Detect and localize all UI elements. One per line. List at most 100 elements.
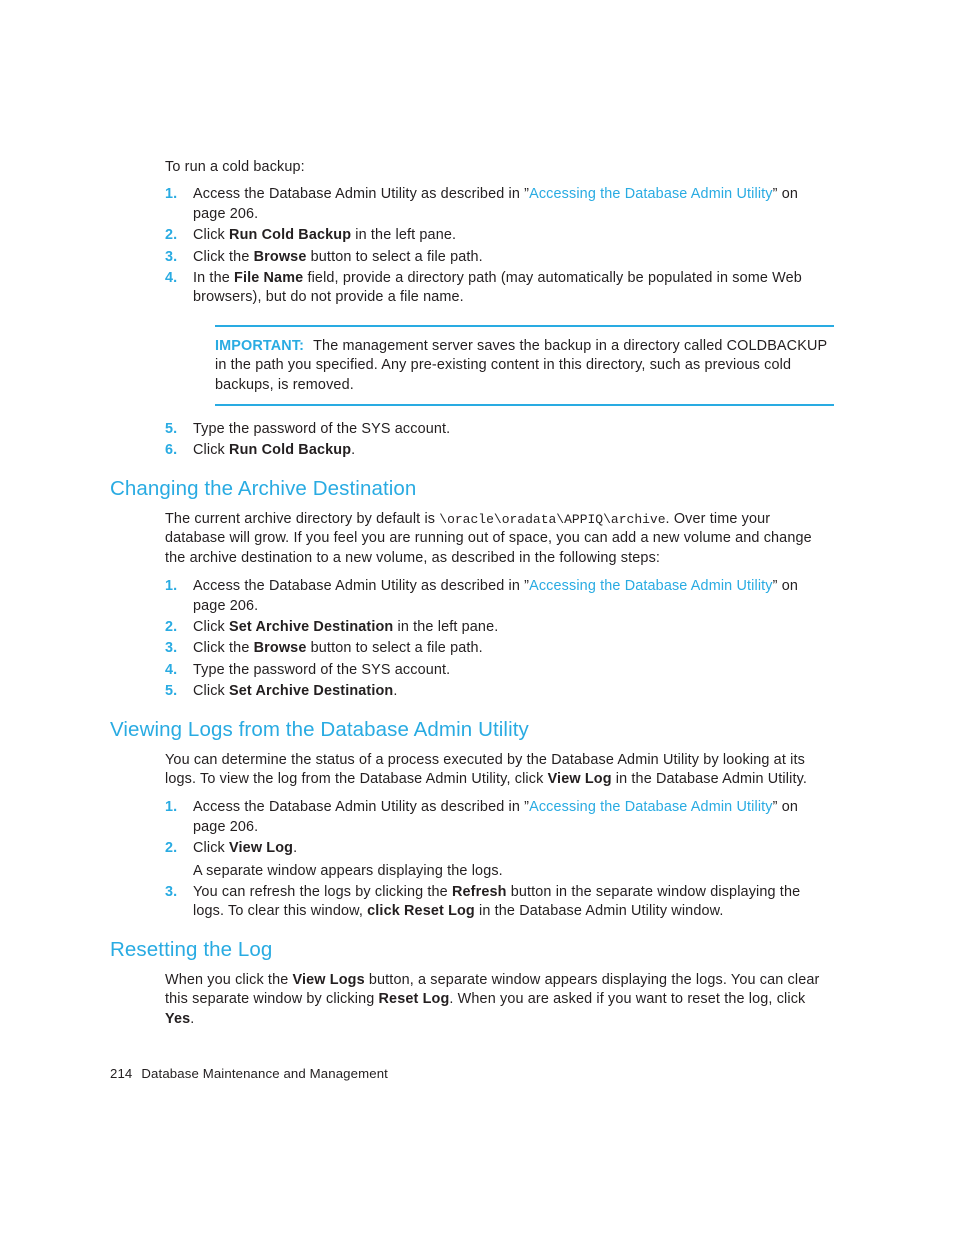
step-sub-paragraph: A separate window appears displaying the… [193, 862, 503, 879]
document-page: To run a cold backup: 1. Access the Data… [0, 0, 954, 1235]
archive-steps-list: 1. Access the Database Admin Utility as … [110, 577, 834, 701]
list-item-text: Click Run Cold Backup. [193, 441, 834, 460]
step-text-part: Click the [193, 248, 254, 265]
important-note-label: IMPORTANT: [215, 337, 305, 354]
ui-label-bold: Refresh [451, 883, 507, 900]
list-item-text: Click Run Cold Backup in the left pane. [193, 226, 834, 245]
step-text-part: in the left pane. [393, 618, 499, 635]
resetting-log-paragraph: When you click the View Logs button, a s… [110, 971, 834, 1029]
step-text-part: Click [193, 442, 230, 459]
list-item: 2. Click Set Archive Destination in the … [110, 618, 834, 637]
list-number: 1. [165, 578, 178, 595]
step-text-part: Click [193, 840, 230, 857]
section-heading-resetting-the-log: Resetting the Log [110, 937, 273, 961]
list-item: 3. Click the Browse button to select a f… [110, 248, 834, 267]
list-item: 5. Type the password of the SYS account. [110, 420, 834, 439]
paragraph-part: The current archive directory by default… [165, 510, 440, 527]
list-number: 5. [165, 421, 178, 438]
list-item: 5. Click Set Archive Destination. [110, 682, 834, 701]
list-number: 4. [165, 270, 178, 287]
important-note-body: IMPORTANT: The management server saves th… [215, 337, 834, 395]
step-text-part: In the [193, 270, 235, 287]
list-item-text: In the File Name field, provide a direct… [193, 269, 834, 308]
step-text-part: in the left pane. [351, 227, 457, 244]
list-item-text: Click View Log. A separate window appears… [193, 839, 834, 881]
list-number: 2. [165, 840, 178, 857]
page-footer: 214 Database Maintenance and Management [110, 1065, 388, 1082]
ui-label-bold: Browse [253, 640, 307, 657]
list-item-text: You can refresh the logs by clicking the… [193, 883, 834, 922]
step-text-part: . [351, 442, 356, 459]
viewing-logs-steps-list: 1. Access the Database Admin Utility as … [110, 798, 834, 921]
ui-label-bold: Yes [165, 1010, 191, 1027]
step-text-part: Click [193, 683, 230, 700]
step-text-part: You can refresh the logs by clicking the [193, 883, 452, 900]
list-item: 4. In the File Name field, provide a dir… [110, 269, 834, 308]
ui-label-bold: Run Cold Backup [229, 227, 352, 244]
archive-intro-paragraph: The current archive directory by default… [110, 510, 834, 568]
archive-path-code: \oracle\oradata\APPIQ\archive [439, 511, 666, 527]
step-text-part: Click [193, 618, 230, 635]
list-item: 2. Click Run Cold Backup in the left pan… [110, 226, 834, 245]
paragraph-part: . [190, 1010, 195, 1027]
cross-reference-link[interactable]: Accessing the Database Admin Utility [529, 578, 773, 594]
step-text-part: Access the Database Admin Utility as des… [193, 799, 525, 816]
cold-backup-steps-list: 1. Access the Database Admin Utility as … [110, 185, 834, 307]
viewing-logs-paragraph: You can determine the status of a proces… [110, 751, 834, 790]
list-item-text: Click the Browse button to select a file… [193, 248, 834, 267]
list-item-text: Type the password of the SYS account. [193, 421, 451, 438]
cold-backup-steps-list-continued: 5. Type the password of the SYS account.… [110, 420, 834, 461]
step-text-part: in the Database Admin Utility window. [474, 903, 724, 920]
list-item: 1. Access the Database Admin Utility as … [110, 185, 834, 224]
step-text-part: button to select a file path. [306, 248, 483, 265]
list-number: 3. [165, 883, 178, 900]
section-heading-changing-archive-destination: Changing the Archive Destination [110, 476, 417, 500]
important-note-box: IMPORTANT: The management server saves th… [215, 324, 834, 407]
ui-label-bold: Set Archive Destination [229, 683, 394, 700]
list-item: 6. Click Run Cold Backup. [110, 441, 834, 460]
page-content: To run a cold backup: 1. Access the Data… [110, 158, 834, 1029]
list-number: 6. [165, 442, 178, 459]
list-number: 3. [165, 248, 178, 265]
list-item-text: Access the Database Admin Utility as des… [193, 577, 834, 616]
paragraph-part: in the Database Admin Utility. [611, 770, 808, 787]
paragraph-part: When you click the [165, 971, 293, 988]
list-number: 1. [165, 186, 178, 203]
list-number: 4. [165, 661, 178, 678]
paragraph-part: . When you are asked if you want to rese… [449, 991, 806, 1008]
list-item-text: Type the password of the SYS account. [193, 661, 451, 678]
ui-label-bold: Reset Log [378, 991, 450, 1008]
step-text-part: Click the [193, 640, 254, 657]
step-text-part: Click [193, 227, 230, 244]
footer-page-number: 214 [110, 1066, 133, 1081]
step-text-part: . [293, 840, 298, 857]
list-number: 2. [165, 618, 178, 635]
list-item-text: Access the Database Admin Utility as des… [193, 798, 834, 837]
list-number: 3. [165, 640, 178, 657]
ui-label-bold: View Log [229, 840, 294, 857]
ui-label-bold: Run Cold Backup [229, 442, 352, 459]
ui-label-bold: click Reset Log [367, 903, 475, 920]
cross-reference-link[interactable]: Accessing the Database Admin Utility [529, 186, 773, 202]
step-text-part: . [393, 683, 398, 700]
cross-reference-link[interactable]: Accessing the Database Admin Utility [529, 799, 773, 815]
ui-label-bold: Browse [253, 248, 307, 265]
footer-chapter-title: Database Maintenance and Management [141, 1066, 388, 1081]
list-number: 2. [165, 227, 178, 244]
lead-paragraph: To run a cold backup: [165, 159, 305, 175]
step-text-part: Access the Database Admin Utility as des… [193, 578, 525, 595]
list-item-text: Click the Browse button to select a file… [193, 639, 834, 658]
ui-label-bold: View Logs [292, 971, 365, 988]
list-item-text: Click Set Archive Destination in the lef… [193, 618, 834, 637]
list-item: 1. Access the Database Admin Utility as … [110, 577, 834, 616]
step-text-part: Access the Database Admin Utility as des… [193, 186, 525, 203]
ui-label-bold: Set Archive Destination [229, 618, 394, 635]
list-item: 3. Click the Browse button to select a f… [110, 639, 834, 658]
list-number: 5. [165, 683, 178, 700]
list-item-text: Click Set Archive Destination. [193, 682, 834, 701]
list-number: 1. [165, 799, 178, 816]
